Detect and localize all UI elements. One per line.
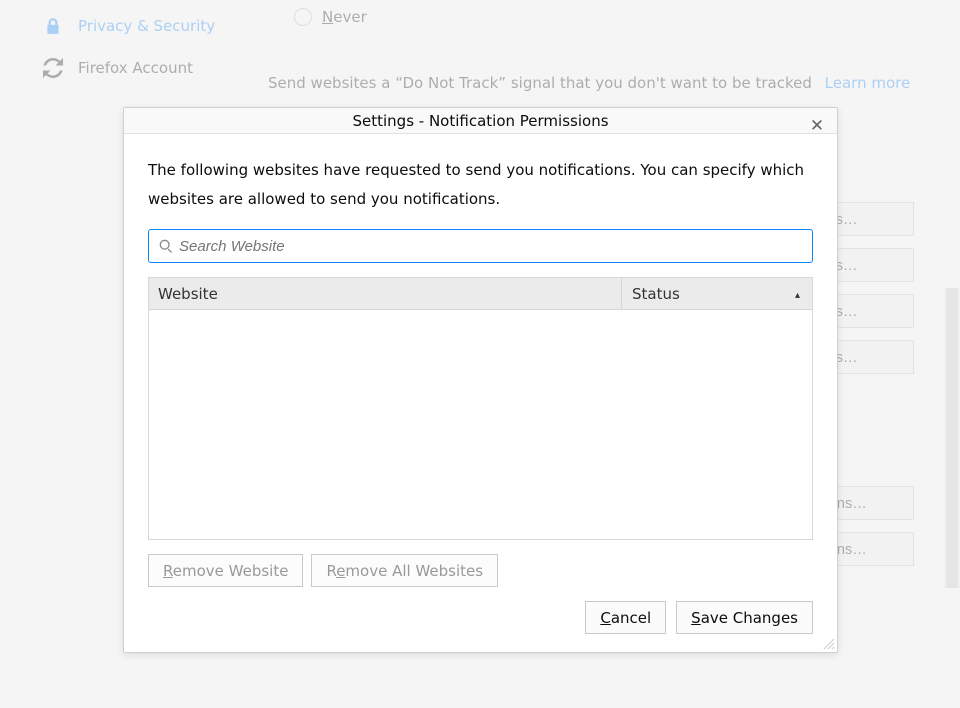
column-header-status[interactable]: Status ▴ bbox=[621, 278, 812, 309]
remove-all-websites-button[interactable]: Remove All Websites bbox=[311, 554, 498, 587]
search-icon bbox=[159, 239, 173, 253]
dialog-footer: Cancel Save Changes bbox=[124, 587, 837, 652]
dialog-description: The following websites have requested to… bbox=[148, 156, 813, 213]
dialog-header: Settings - Notification Permissions ✕ bbox=[124, 108, 837, 134]
modal-overlay: Settings - Notification Permissions ✕ Th… bbox=[0, 0, 960, 708]
cancel-button[interactable]: Cancel bbox=[585, 601, 666, 634]
dialog-body: The following websites have requested to… bbox=[124, 134, 837, 587]
close-icon: ✕ bbox=[810, 116, 824, 136]
table-header: Website Status ▴ bbox=[148, 277, 813, 310]
dialog-remove-actions: Remove Website Remove All Websites bbox=[148, 554, 813, 587]
search-field-wrap[interactable] bbox=[148, 229, 813, 263]
close-button[interactable]: ✕ bbox=[803, 112, 831, 140]
dialog-title: Settings - Notification Permissions bbox=[352, 112, 608, 130]
table-body bbox=[148, 310, 813, 540]
resize-grip-icon[interactable] bbox=[823, 638, 835, 650]
search-input[interactable] bbox=[179, 238, 802, 255]
column-header-website[interactable]: Website bbox=[149, 285, 621, 303]
save-changes-button[interactable]: Save Changes bbox=[676, 601, 813, 634]
notification-permissions-dialog: Settings - Notification Permissions ✕ Th… bbox=[123, 107, 838, 653]
sort-ascending-icon: ▴ bbox=[795, 290, 800, 301]
remove-website-button[interactable]: Remove Website bbox=[148, 554, 303, 587]
